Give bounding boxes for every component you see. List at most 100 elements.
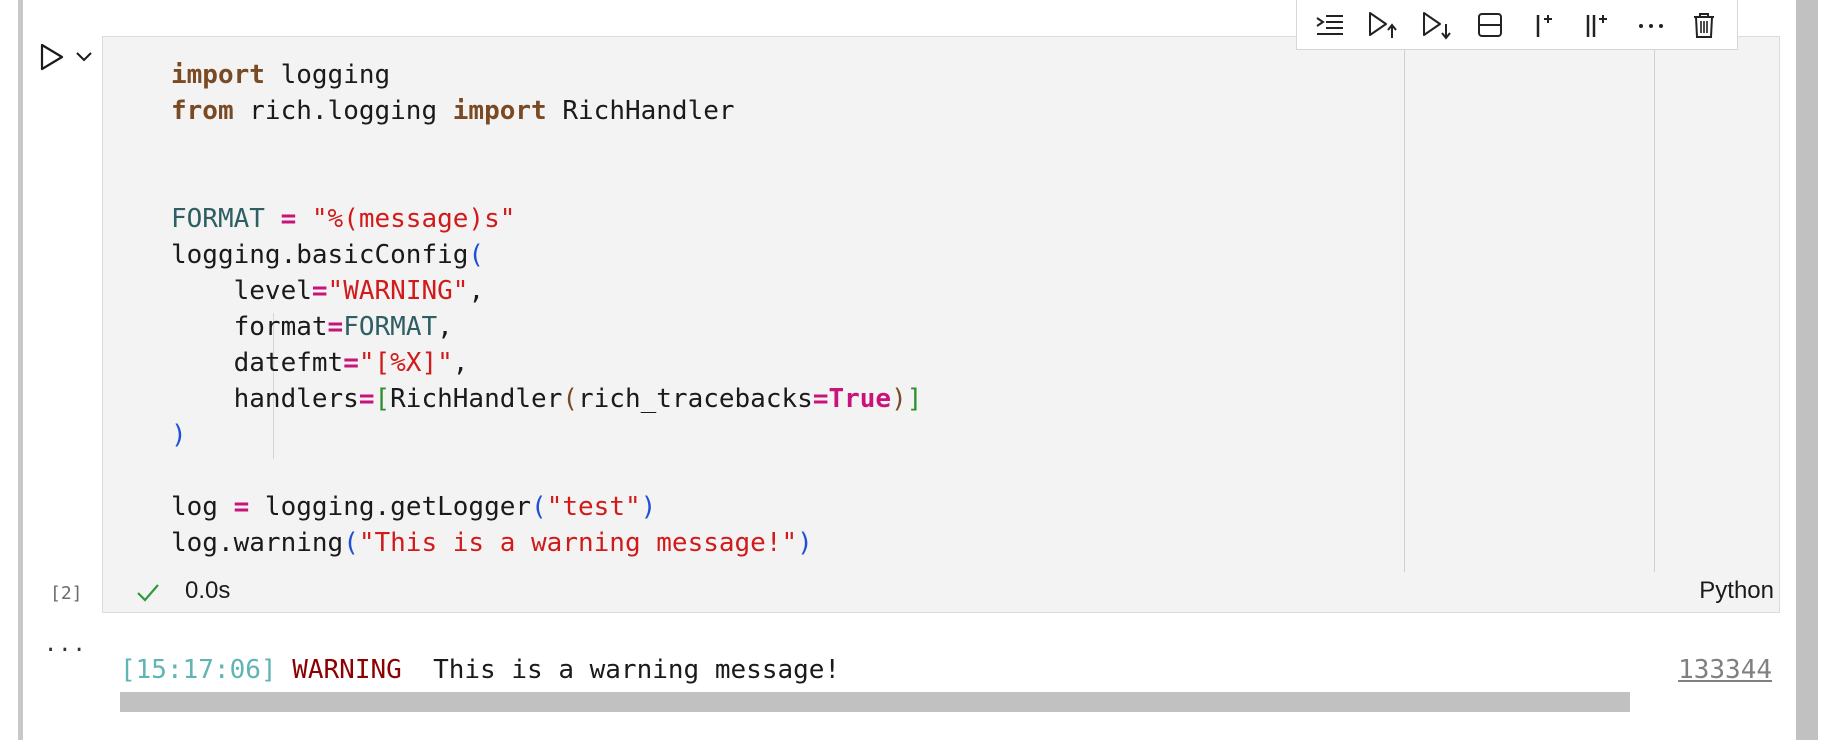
code-token: ( [343, 528, 359, 558]
code-line: import logging [171, 57, 922, 93]
code-token: ( [468, 240, 485, 270]
add-cell-below-button[interactable] [1579, 7, 1615, 43]
code-cell-editor[interactable]: import logging from rich.logging import R… [102, 36, 1780, 613]
code-token: , [452, 348, 469, 378]
split-cell-button[interactable] [1472, 7, 1508, 43]
add-cell-below-icon [1587, 14, 1608, 37]
code-token: RichHandler [546, 96, 735, 126]
code-line: ) [171, 417, 922, 453]
code-token: = [812, 384, 829, 414]
code-token: , [468, 276, 485, 306]
code-token: ( [562, 384, 578, 414]
code-token: import [452, 96, 547, 126]
execution-count: [2] [50, 583, 83, 604]
play-icon [40, 43, 64, 71]
code-token: datefmt [171, 348, 344, 378]
code-line: handlers=[RichHandler(rich_tracebacks=Tr… [171, 381, 923, 417]
add-cell-above-button[interactable] [1526, 7, 1562, 43]
code-token: [ [374, 384, 391, 414]
code-token: = [280, 204, 297, 234]
delete-cell-button[interactable] [1686, 7, 1722, 43]
log-time: [15:17:06] [120, 655, 277, 685]
execute-above-icon [1369, 11, 1398, 38]
code-token: from [171, 96, 234, 126]
log-level: WARNING [292, 655, 402, 685]
output-actions-menu[interactable]: ... [44, 632, 87, 657]
notebook-page: import logging from rich.logging import R… [0, 0, 1832, 740]
chevron-down-icon [76, 52, 92, 62]
code-token: ( [531, 492, 547, 522]
code-token: "WARNING" [327, 276, 469, 306]
code-line: format=FORMAT, [171, 309, 922, 345]
code-line: log.warning("This is a warning message!"… [171, 525, 922, 561]
code-token: , [437, 312, 453, 342]
cell-focus-indicator [18, 0, 23, 740]
code-token: logging.getLogger [249, 492, 532, 522]
code-token: log [171, 492, 218, 522]
code-token: "%(message)s" [311, 204, 516, 234]
code-line: FORMAT = "%(message)s" [171, 201, 922, 237]
code-token: log.warning [171, 528, 344, 558]
execute-above-button[interactable] [1365, 7, 1401, 43]
delete-cell-icon [1694, 12, 1715, 38]
code-token: ] [906, 384, 923, 414]
code-token: = [311, 276, 328, 306]
more-actions-button[interactable] [1633, 7, 1669, 43]
code-line: log = logging.getLogger("test") [171, 489, 922, 525]
cell-language-picker[interactable]: Python [1699, 577, 1774, 605]
log-source-link[interactable]: 133344 [1678, 655, 1772, 685]
code-token: = [343, 348, 359, 378]
more-actions-icon [1638, 23, 1663, 28]
code-token: handlers [171, 384, 359, 414]
code-line: logging.basicConfig( [171, 237, 922, 273]
execution-time: 0.0s [185, 577, 231, 604]
cell-toolbar [1296, 0, 1738, 50]
code-content[interactable]: import logging from rich.logging import R… [171, 57, 922, 561]
code-token: ) [797, 528, 813, 558]
code-token: "[%X]" [358, 348, 453, 378]
run-by-line-button[interactable] [1312, 7, 1348, 43]
code-token: rich.logging [233, 96, 453, 126]
execute-below-icon [1422, 11, 1451, 40]
code-token: = [327, 312, 344, 342]
code-token: FORMAT [343, 312, 438, 342]
vertical-scrollbar-thumb[interactable] [1796, 0, 1818, 740]
code-token: FORMAT [171, 204, 265, 234]
log-message: This is a warning message! [433, 655, 841, 685]
code-line: datefmt="[%X]", [171, 345, 922, 381]
log-output-line: [15:17:06] WARNING This is a warning mes… [120, 655, 840, 685]
code-token: RichHandler [390, 384, 563, 414]
code-token: format [171, 312, 328, 342]
code-token: rich_tracebacks [578, 384, 813, 414]
split-cell-icon [1478, 12, 1503, 37]
execute-below-button[interactable] [1419, 7, 1455, 43]
code-token: import [171, 60, 265, 90]
code-token: ) [891, 384, 907, 414]
output-horizontal-scrollbar[interactable] [120, 692, 1630, 712]
editor-ruler [1404, 37, 1405, 572]
success-check-icon [135, 580, 161, 606]
code-token: "This is a warning message!" [358, 528, 798, 558]
code-token: level [171, 276, 312, 306]
code-token: logging [264, 60, 391, 90]
code-token: logging.basicConfig [171, 240, 469, 270]
run-cell-button[interactable] [38, 42, 66, 72]
code-token: ) [171, 420, 187, 450]
code-token: = [233, 492, 250, 522]
code-line: from rich.logging import RichHandler [171, 93, 922, 129]
code-token: True [828, 384, 892, 414]
vertical-scrollbar-track[interactable] [1796, 0, 1832, 740]
run-options-dropdown[interactable] [74, 48, 94, 66]
code-token: = [358, 384, 375, 414]
code-token: ) [640, 492, 657, 522]
editor-ruler [1654, 37, 1655, 572]
add-cell-above-icon [1536, 14, 1552, 37]
code-token: "test" [546, 492, 641, 522]
run-by-line-icon [1316, 14, 1343, 35]
